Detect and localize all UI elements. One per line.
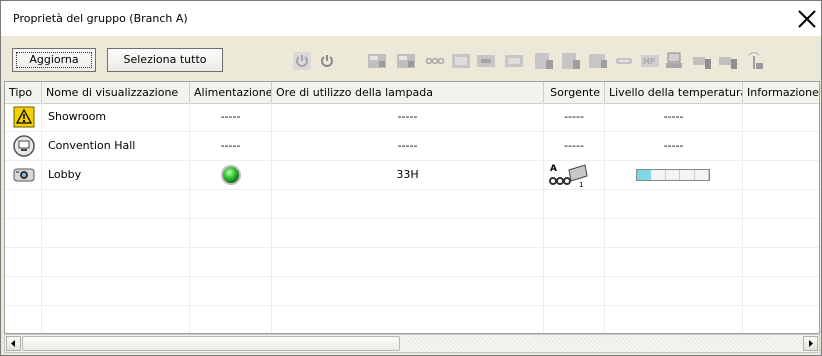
source-wireless-1-icon[interactable] (664, 52, 684, 70)
source-cell: ----- (544, 132, 605, 160)
source-video-icon[interactable] (425, 52, 445, 70)
empty-row (5, 219, 819, 248)
source-computer1-icon[interactable] (367, 52, 387, 70)
power-cell (190, 161, 272, 189)
properties-window: Proprietà del gruppo (Branch A) Aggiorna… (0, 0, 822, 356)
projector-icon (13, 168, 35, 182)
temperature-cell (605, 161, 743, 189)
source-computer2-icon[interactable] (396, 52, 416, 70)
type-cell (5, 132, 42, 160)
power-off-icon[interactable] (292, 52, 312, 70)
scroll-right-button[interactable] (803, 336, 818, 351)
lamp-hours-cell: ----- (272, 103, 544, 131)
table-row[interactable]: Lobby 33H A 1 (5, 161, 819, 190)
col-header-power[interactable]: Alimentazione (190, 82, 272, 103)
table-row[interactable]: Convention Hall ----- ----- ----- ----- (5, 132, 819, 161)
empty-row (5, 277, 819, 306)
source-hdmi-icon[interactable] (476, 52, 496, 70)
scroll-left-button[interactable] (6, 336, 21, 351)
name-cell: Showroom (42, 103, 190, 131)
refresh-button[interactable]: Aggiorna (12, 48, 96, 72)
col-header-info[interactable]: Informazione s (743, 82, 819, 103)
source-lan-icon[interactable]: MP (640, 52, 660, 70)
power-on-icon[interactable] (317, 52, 337, 70)
svg-text:1: 1 (579, 181, 583, 188)
col-header-lamp-hours[interactable]: Ore di utilizzo della lampada (272, 82, 544, 103)
power-on-indicator-icon (221, 165, 241, 185)
info-cell (743, 132, 819, 160)
type-cell (5, 103, 42, 131)
scrollbar-track[interactable] (401, 336, 803, 351)
horizontal-scrollbar[interactable] (4, 334, 820, 353)
col-header-name[interactable]: Nome di visualizzazione (42, 82, 190, 103)
svg-text:A: A (550, 164, 557, 174)
chevron-left-icon (11, 340, 15, 347)
empty-row (5, 190, 819, 219)
source-network-icon[interactable] (588, 52, 608, 70)
temperature-cell: ----- (605, 103, 743, 131)
source-input2-icon[interactable] (561, 52, 581, 70)
name-cell: Lobby (42, 161, 190, 189)
close-icon[interactable] (795, 7, 819, 31)
empty-row (5, 248, 819, 277)
source-s-video-icon[interactable] (451, 52, 471, 70)
select-all-button[interactable]: Seleziona tutto (107, 48, 223, 72)
source-video-a-icon: A 1 (549, 164, 588, 188)
col-header-type[interactable]: Tipo (5, 82, 42, 103)
source-dvi-icon[interactable] (504, 52, 524, 70)
type-cell (5, 161, 42, 189)
window-title: Proprietà del gruppo (Branch A) (13, 12, 188, 25)
scrollbar-thumb[interactable] (22, 336, 400, 351)
info-cell (743, 161, 819, 189)
col-header-source[interactable]: Sorgente (544, 82, 605, 103)
antenna-icon[interactable] (744, 52, 764, 70)
source-input3-icon[interactable] (718, 52, 738, 70)
power-cell: ----- (190, 103, 272, 131)
source-cell: ----- (544, 103, 605, 131)
title-bar: Proprietà del gruppo (Branch A) (1, 1, 821, 36)
temperature-cell: ----- (605, 132, 743, 160)
lamp-hours-cell: ----- (272, 132, 544, 160)
table-row[interactable]: Showroom ----- ----- ----- ----- (5, 103, 819, 132)
empty-row (5, 306, 819, 333)
source-wireless-2-icon[interactable] (692, 52, 712, 70)
temperature-level-bar (636, 169, 710, 181)
source-usb-icon[interactable] (614, 52, 634, 70)
info-cell (743, 103, 819, 131)
lamp-hours-cell: 33H (272, 161, 544, 189)
table-header: Tipo Nome di visualizzazione Alimentazio… (5, 82, 819, 104)
col-header-temperature[interactable]: Livello della temperatura (605, 82, 743, 103)
name-cell: Convention Hall (42, 132, 190, 160)
monitor-icon (13, 135, 35, 157)
toolbar: Aggiorna Seleziona tutto MP (4, 39, 820, 75)
svg-text:MP: MP (643, 57, 655, 66)
warning-icon (13, 106, 35, 128)
source-input1-icon[interactable] (534, 52, 554, 70)
projector-table: Tipo Nome di visualizzazione Alimentazio… (4, 81, 820, 334)
source-cell: A 1 (544, 161, 605, 189)
chevron-right-icon (809, 340, 813, 347)
power-cell: ----- (190, 132, 272, 160)
